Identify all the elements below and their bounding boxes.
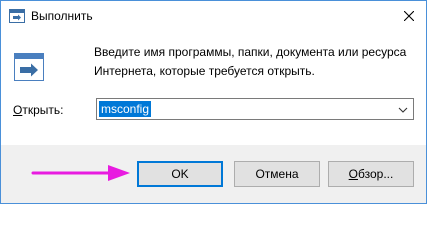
open-label: Открыть: [13, 103, 63, 117]
browse-button[interactable]: Обзор... [328, 161, 414, 187]
button-bar: OK Отмена Обзор... [1, 145, 426, 203]
run-dialog-window: Выполнить Введите имя программы, папки, … [0, 0, 427, 204]
open-label-accesskey: О [13, 103, 23, 117]
open-input-value[interactable]: msconfig [99, 101, 152, 117]
browse-label: бзор... [358, 167, 394, 181]
dialog-description: Введите имя программы, папки, документа … [94, 45, 407, 78]
run-icon [9, 9, 25, 23]
chevron-down-icon [398, 107, 408, 113]
open-label-text: ткрыть: [22, 103, 64, 117]
title-bar[interactable]: Выполнить [1, 1, 426, 31]
open-combobox[interactable]: msconfig [96, 98, 414, 120]
ok-button[interactable]: OK [137, 161, 223, 187]
window-title: Выполнить [31, 9, 93, 23]
dropdown-button[interactable] [396, 103, 410, 115]
run-dialog-icon [14, 53, 44, 81]
browse-accesskey: О [348, 167, 358, 181]
close-button[interactable] [392, 1, 426, 31]
close-icon [404, 11, 414, 21]
cancel-button[interactable]: Отмена [234, 161, 320, 187]
